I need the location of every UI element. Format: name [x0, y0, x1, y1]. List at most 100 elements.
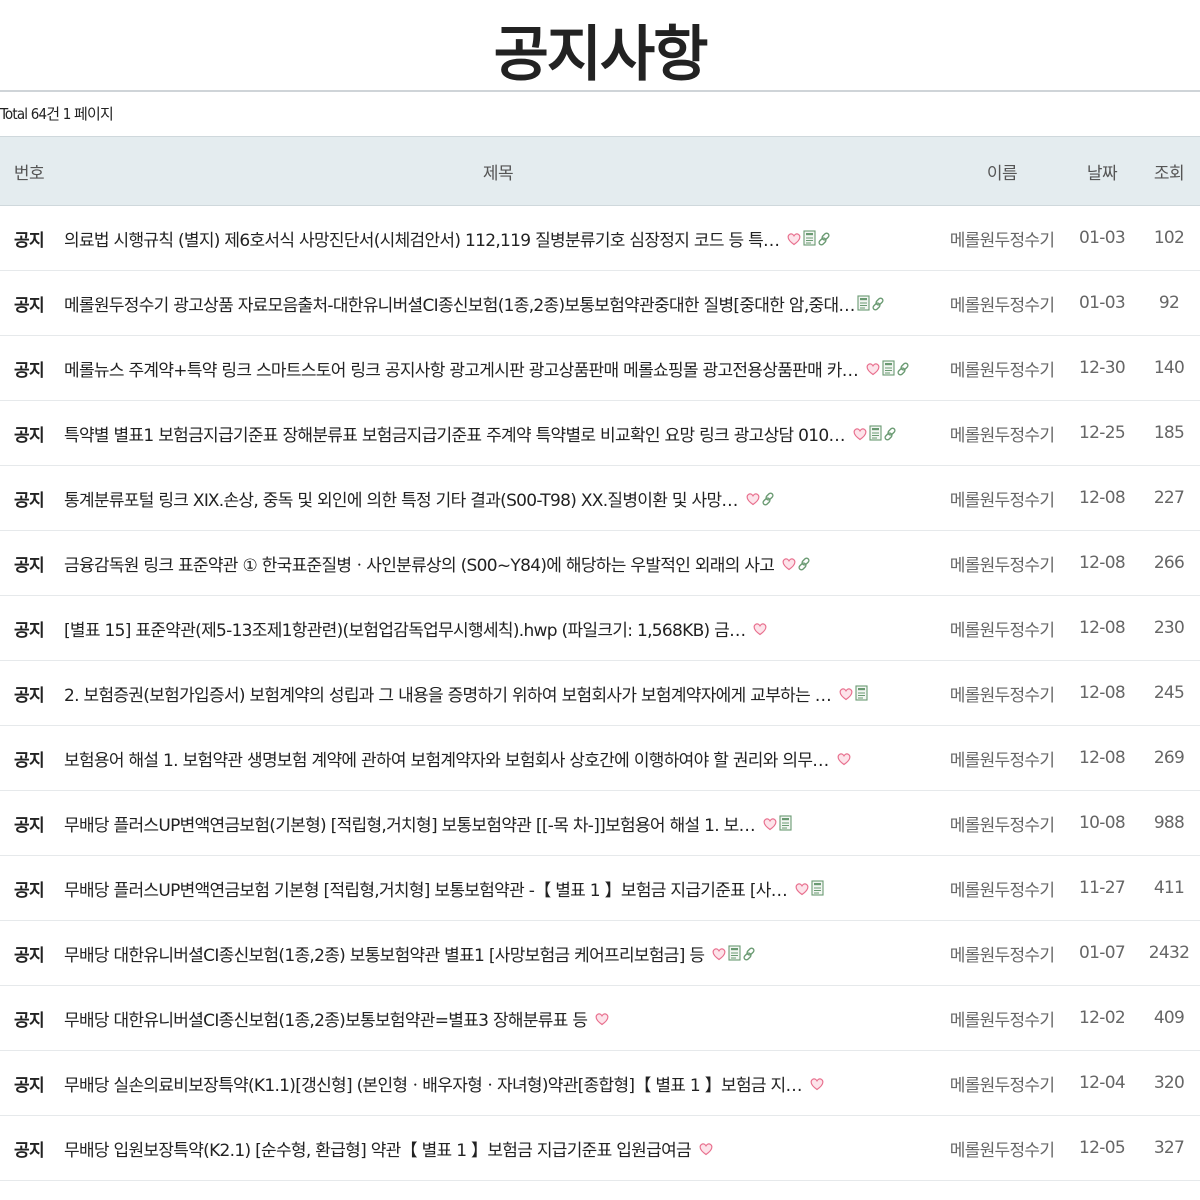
heart-icon — [787, 231, 801, 246]
link-icon — [896, 361, 910, 376]
post-title-link[interactable]: 무배당 입원보장특약(K2.1) [순수형, 환급형] 약관【 별표 1 】보험… — [64, 1136, 692, 1161]
table-row[interactable]: 공지 금융감독원 링크 표준약관 ① 한국표준질병ㆍ사인분류상의 (S00~Y84… — [0, 531, 1200, 596]
heart-icon — [795, 881, 809, 896]
notice-badge: 공지 — [14, 1010, 45, 1031]
post-subject-cell: 의료법 시행규칙 (별지) 제6호서식 사망진단서(시체검안서) 112,119… — [58, 226, 938, 251]
table-row[interactable]: 공지 통계분류포털 링크 ⅩⅨ.손상, 중독 및 외인에 의한 특정 기타 결과(… — [0, 466, 1200, 531]
post-title-link[interactable]: 무배당 플러스UP변액연금보험 기본형 [적립형,거치형] 보통보험약관 -【 … — [64, 876, 788, 901]
post-author[interactable]: 메롤원두정수기 — [938, 941, 1066, 966]
post-author[interactable]: 메롤원두정수기 — [938, 486, 1066, 511]
heart-icon — [837, 751, 851, 766]
post-date: 12-04 — [1079, 1073, 1126, 1093]
post-author[interactable]: 메롤원두정수기 — [938, 681, 1066, 706]
post-subject-cell: 특약별 별표1 보험금지급기준표 장해분류표 보험금지급기준표 주계약 특약별로… — [58, 421, 938, 446]
post-date: 12-08 — [1079, 748, 1126, 768]
notice-badge: 공지 — [14, 685, 45, 706]
post-subject-cell: 무배당 플러스UP변액연금보험(기본형) [적립형,거치형] 보통보험약관 [[… — [58, 811, 938, 836]
post-subject-cell: 2. 보험증권(보험가입증서) 보험계약의 성립과 그 내용을 증명하기 위하여… — [58, 681, 938, 706]
post-date: 01-07 — [1079, 943, 1126, 963]
post-subject-cell: 무배당 플러스UP변액연금보험 기본형 [적립형,거치형] 보통보험약관 -【 … — [58, 876, 938, 901]
table-row[interactable]: 공지 2. 보험증권(보험가입증서) 보험계약의 성립과 그 내용을 증명하기 위… — [0, 661, 1200, 726]
post-title-link[interactable]: 특약별 별표1 보험금지급기준표 장해분류표 보험금지급기준표 주계약 특약별로… — [64, 421, 846, 446]
post-title-link[interactable]: 메롤뉴스 주계약+특약 링크 스마트스토어 링크 공지사항 광고게시판 광고상품… — [64, 356, 859, 381]
header-num: 번호 — [13, 163, 45, 184]
table-row[interactable]: 공지 무배당 실손의료비보장특약(K1.1)[갱신형] (본인형ㆍ배우자형ㆍ자녀형… — [0, 1051, 1200, 1116]
table-row[interactable]: 공지 무배당 대한유니버셜CI종신보험(1종,2종)보통보험약관=별표3 장해분류… — [0, 986, 1200, 1051]
post-title-link[interactable]: 무배당 대한유니버셜CI종신보험(1종,2종)보통보험약관=별표3 장해분류표 … — [64, 1006, 588, 1031]
notice-badge: 공지 — [14, 1140, 45, 1161]
table-row[interactable]: 공지 특약별 별표1 보험금지급기준표 장해분류표 보험금지급기준표 주계약 특약… — [0, 401, 1200, 466]
link-icon — [797, 556, 811, 571]
link-icon — [761, 491, 775, 506]
post-author[interactable]: 메롤원두정수기 — [938, 551, 1066, 576]
total-count: Total 64건 1 페이지 — [0, 105, 114, 123]
post-author[interactable]: 메롤원두정수기 — [938, 226, 1066, 251]
notice-badge: 공지 — [14, 360, 45, 381]
table-row[interactable]: 공지 무배당 플러스UP변액연금보험(기본형) [적립형,거치형] 보통보험약관 … — [0, 791, 1200, 856]
post-title-link[interactable]: 무배당 플러스UP변액연금보험(기본형) [적립형,거치형] 보통보험약관 [[… — [64, 811, 756, 836]
table-row[interactable]: 공지 [별표 15] 표준약관(제5-13조제1항관련)(보험업감독업무시행세칙)… — [0, 596, 1200, 661]
header-date[interactable]: 날짜 — [1066, 159, 1138, 184]
post-author[interactable]: 메롤원두정수기 — [938, 356, 1066, 381]
link-icon — [742, 946, 756, 961]
header-name: 이름 — [986, 163, 1018, 184]
post-author[interactable]: 메롤원두정수기 — [938, 291, 1066, 316]
post-hits: 269 — [1153, 748, 1185, 768]
file-icon — [857, 295, 870, 311]
post-hits: 230 — [1153, 618, 1185, 638]
post-date: 12-08 — [1079, 683, 1126, 703]
heart-icon — [595, 1011, 609, 1026]
post-subject-cell: 무배당 실손의료비보장특약(K1.1)[갱신형] (본인형ㆍ배우자형ㆍ자녀형)약… — [58, 1071, 938, 1096]
file-icon — [811, 880, 824, 896]
table-row[interactable]: 공지 메롤뉴스 주계약+특약 링크 스마트스토어 링크 공지사항 광고게시판 광고… — [0, 336, 1200, 401]
header-hit[interactable]: 조회 — [1138, 159, 1200, 184]
post-title-link[interactable]: 통계분류포털 링크 ⅩⅨ.손상, 중독 및 외인에 의한 특정 기타 결과(S0… — [64, 486, 738, 511]
post-hits: 140 — [1153, 358, 1185, 378]
table-row[interactable]: 공지 무배당 대한유니버셜CI종신보험(1종,2종) 보통보험약관 별표1 [사망… — [0, 921, 1200, 986]
post-date: 12-25 — [1079, 423, 1126, 443]
post-author[interactable]: 메롤원두정수기 — [938, 746, 1066, 771]
notice-board: 번호 제목 이름 날짜 조회 공지 의료법 시행규칙 (별지) 제6호서식 사망진… — [0, 136, 1200, 1181]
post-author[interactable]: 메롤원두정수기 — [938, 421, 1066, 446]
post-date: 10-08 — [1079, 813, 1126, 833]
link-icon — [883, 426, 897, 441]
notice-badge: 공지 — [14, 425, 45, 446]
post-author[interactable]: 메롤원두정수기 — [938, 811, 1066, 836]
notice-badge: 공지 — [14, 620, 45, 641]
post-subject-cell: 무배당 대한유니버셜CI종신보험(1종,2종)보통보험약관=별표3 장해분류표 … — [58, 1006, 938, 1031]
post-hits: 320 — [1153, 1073, 1185, 1093]
table-row[interactable]: 공지 무배당 입원보장특약(K2.1) [순수형, 환급형] 약관【 별표 1 】… — [0, 1116, 1200, 1181]
post-date: 01-03 — [1079, 228, 1126, 248]
post-title-link[interactable]: 무배당 대한유니버셜CI종신보험(1종,2종) 보통보험약관 별표1 [사망보험… — [64, 941, 705, 966]
post-date: 11-27 — [1079, 878, 1126, 898]
file-icon — [779, 815, 792, 831]
post-title-link[interactable]: 2. 보험증권(보험가입증서) 보험계약의 성립과 그 내용을 증명하기 위하여… — [64, 681, 832, 706]
table-row[interactable]: 공지 보험용어 해설 1. 보험약관 생명보험 계약에 관하여 보험계약자와 보험… — [0, 726, 1200, 791]
post-author[interactable]: 메롤원두정수기 — [938, 1071, 1066, 1096]
post-author[interactable]: 메롤원두정수기 — [938, 616, 1066, 641]
post-title-link[interactable]: 보험용어 해설 1. 보험약관 생명보험 계약에 관하여 보험계약자와 보험회사… — [64, 746, 829, 771]
post-title-link[interactable]: [별표 15] 표준약관(제5-13조제1항관련)(보험업감독업무시행세칙).h… — [64, 616, 746, 641]
post-subject-cell: 금융감독원 링크 표준약관 ① 한국표준질병ㆍ사인분류상의 (S00~Y84)에… — [58, 551, 938, 576]
table-row[interactable]: 공지 의료법 시행규칙 (별지) 제6호서식 사망진단서(시체검안서) 112,1… — [0, 206, 1200, 271]
post-hits: 409 — [1153, 1008, 1185, 1028]
link-icon — [817, 231, 831, 246]
post-author[interactable]: 메롤원두정수기 — [938, 1136, 1066, 1161]
notice-badge: 공지 — [14, 555, 45, 576]
post-hits: 411 — [1153, 878, 1185, 898]
table-row[interactable]: 공지 메롤원두정수기 광고상품 자료모음출처-대한유니버셜CI종신보험(1종,2종… — [0, 271, 1200, 336]
post-date: 12-08 — [1079, 553, 1126, 573]
heart-icon — [782, 556, 796, 571]
post-hits: 185 — [1153, 423, 1185, 443]
post-author[interactable]: 메롤원두정수기 — [938, 1006, 1066, 1031]
post-title-link[interactable]: 의료법 시행규칙 (별지) 제6호서식 사망진단서(시체검안서) 112,119… — [64, 226, 780, 251]
post-author[interactable]: 메롤원두정수기 — [938, 876, 1066, 901]
post-date: 12-08 — [1079, 618, 1126, 638]
table-row[interactable]: 공지 무배당 플러스UP변액연금보험 기본형 [적립형,거치형] 보통보험약관 -… — [0, 856, 1200, 921]
post-title-link[interactable]: 금융감독원 링크 표준약관 ① 한국표준질병ㆍ사인분류상의 (S00~Y84)에… — [64, 551, 775, 576]
post-title-link[interactable]: 무배당 실손의료비보장특약(K1.1)[갱신형] (본인형ㆍ배우자형ㆍ자녀형)약… — [64, 1071, 803, 1096]
post-title-link[interactable]: 메롤원두정수기 광고상품 자료모음출처-대한유니버셜CI종신보험(1종,2종)보… — [64, 291, 855, 316]
post-date: 12-08 — [1079, 488, 1126, 508]
notice-badge: 공지 — [14, 490, 45, 511]
post-subject-cell: 무배당 입원보장특약(K2.1) [순수형, 환급형] 약관【 별표 1 】보험… — [58, 1136, 938, 1161]
